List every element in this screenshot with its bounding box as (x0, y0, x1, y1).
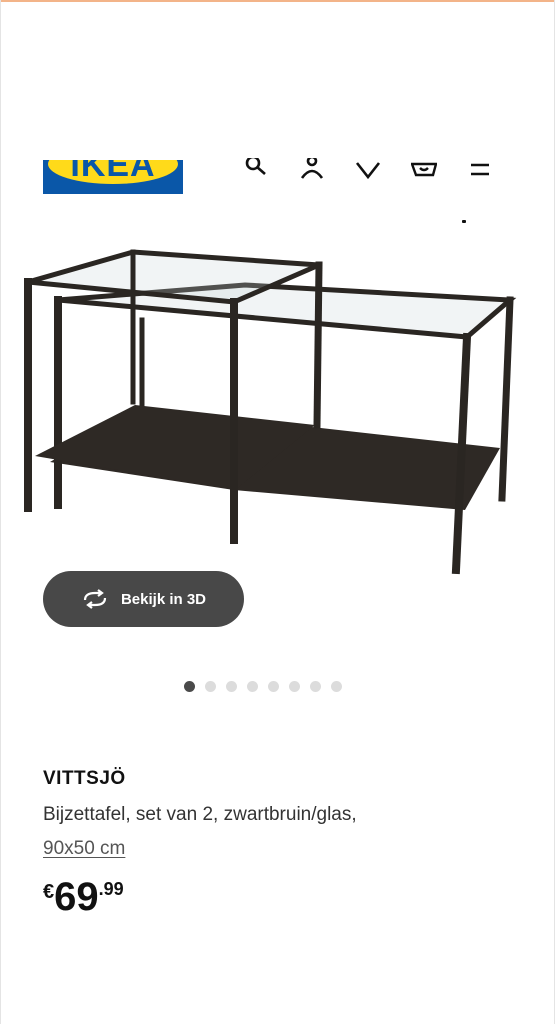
cart-indicator (462, 220, 466, 223)
pager-dot-3[interactable] (226, 681, 237, 692)
pager-dot-5[interactable] (268, 681, 279, 692)
top-border (0, 0, 555, 2)
product-price: € 69 .99 (43, 873, 124, 921)
product-name: VITTSJÖ (43, 768, 126, 789)
product-size-link[interactable]: 90x50 cm (43, 838, 125, 860)
pager-dot-7[interactable] (310, 681, 321, 692)
search-icon[interactable] (241, 156, 271, 186)
frame-left (0, 0, 1, 1024)
ikea-logo[interactable]: IKEA (43, 160, 183, 194)
pager-dot-6[interactable] (289, 681, 300, 692)
pager-dot-1[interactable] (184, 681, 195, 692)
pager-dot-2[interactable] (205, 681, 216, 692)
view-3d-button[interactable]: Bekijk in 3D (43, 571, 244, 627)
price-decimal: .99 (98, 879, 124, 899)
product-description: Bijzettafel, set van 2, zwartbruin/glas, (43, 804, 357, 825)
view-3d-label: Bekijk in 3D (120, 590, 207, 608)
menu-icon[interactable] (465, 156, 495, 186)
pager-dot-4[interactable] (247, 681, 258, 692)
cart-icon[interactable] (409, 156, 439, 186)
rotate-3d-icon (83, 589, 107, 609)
product-image[interactable] (20, 240, 540, 580)
image-pager (184, 681, 342, 692)
pager-dot-8[interactable] (331, 681, 342, 692)
heart-icon[interactable] (353, 156, 383, 186)
user-icon[interactable] (297, 156, 327, 186)
price-integer: 69 (54, 875, 99, 919)
price-currency: € (43, 881, 55, 903)
logo-text: IKEA (70, 160, 156, 184)
